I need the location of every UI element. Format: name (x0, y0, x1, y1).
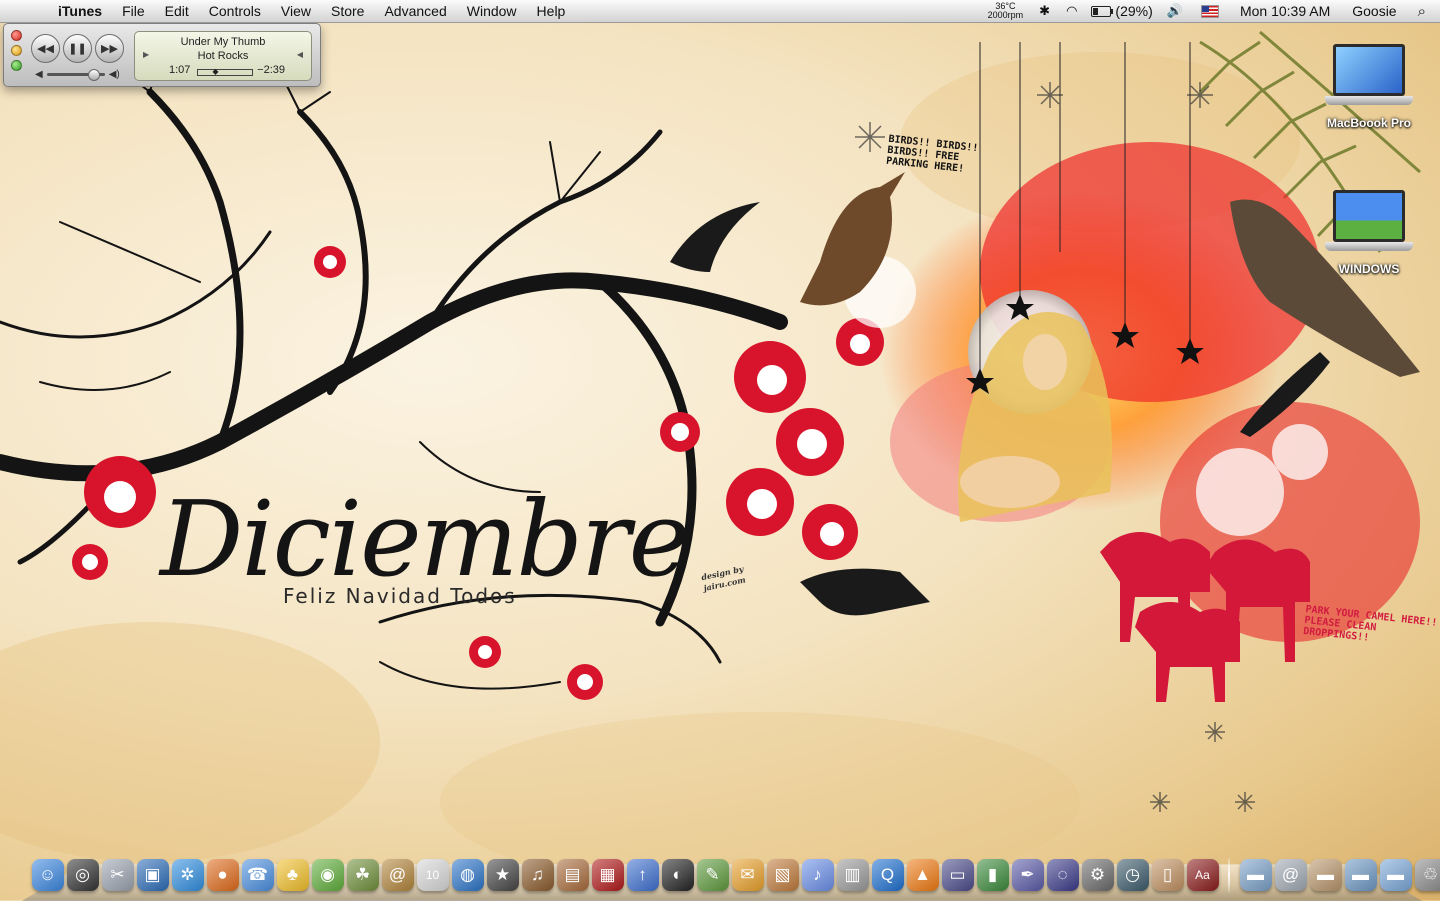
desktop-icon-macbook-pro[interactable]: MacBoook Pro (1314, 44, 1424, 130)
wallpaper-art (0, 22, 1440, 900)
menu-bar: iTunes File Edit Controls View Store Adv… (0, 0, 1440, 23)
dock-firefox-icon[interactable]: ● (207, 859, 239, 891)
volume-knob[interactable] (88, 69, 100, 81)
dock-flickr-uploader-icon[interactable]: ↑ (627, 859, 659, 891)
dock-dictionary-icon[interactable]: Aa (1187, 859, 1219, 891)
dock-separator[interactable] (1228, 858, 1230, 892)
volume-low-icon: ◀ (35, 69, 43, 80)
battery-menu[interactable]: (29%) (1085, 3, 1158, 19)
dock-documents-folder-icon[interactable]: ▬ (1310, 859, 1342, 891)
dock-ical-icon[interactable]: 10 (417, 859, 449, 891)
dock-camera-icon[interactable]: ◐ (662, 859, 694, 891)
dock-yoda-icon[interactable]: ☘ (347, 859, 379, 891)
close-window-button[interactable] (11, 30, 22, 41)
now-playing-display[interactable]: ▶ Under My Thumb Hot Rocks 1:07 ◆ −2:39 … (134, 31, 312, 81)
menu-view[interactable]: View (271, 0, 321, 22)
dock-ichat-icon[interactable]: ☎ (242, 859, 274, 891)
dock-coda-icon[interactable]: ✎ (697, 859, 729, 891)
volume-icon[interactable]: 🔊 (1159, 0, 1191, 22)
app-menu-itunes[interactable]: iTunes (54, 0, 112, 22)
zoom-window-button[interactable] (11, 60, 22, 71)
dock-cyberduck-icon[interactable]: ♣ (277, 859, 309, 891)
user-menu[interactable]: Goosie (1341, 3, 1407, 19)
menu-window[interactable]: Window (457, 0, 527, 22)
dock-vlc-icon[interactable]: ▲ (907, 859, 939, 891)
menu-edit[interactable]: Edit (155, 0, 199, 22)
dock-system-preferences-icon[interactable]: ⚙ (1082, 859, 1114, 891)
dock: ☺◎✂▣✲●☎♣◉☘@10◍★♫▤▦↑◐✎✉▧♪▥Q▲▭▮✒◌⚙◷▯Aa▬@▬▬… (30, 853, 1420, 897)
snapback-icon[interactable]: ◀ (297, 50, 303, 59)
dock-system-tools-icon[interactable]: ✂ (102, 859, 134, 891)
dock-trash-icon[interactable]: ♲ (1415, 859, 1440, 891)
playhead-icon[interactable]: ◆ (212, 67, 218, 77)
dock-dashboard-icon[interactable]: ◎ (67, 859, 99, 891)
dock-safari-icon[interactable]: ✲ (172, 859, 204, 891)
album-title: Hot Rocks (135, 50, 311, 62)
pause-icon: ❚❚ (68, 42, 86, 55)
pause-button[interactable]: ❚❚ (63, 34, 92, 63)
menu-clock[interactable]: Mon 10:39 AM (1229, 3, 1341, 19)
minimize-window-button[interactable] (11, 45, 22, 56)
bluetooth-icon[interactable]: ✱ (1031, 0, 1058, 22)
dock-quicktime-icon[interactable]: Q (872, 859, 904, 891)
dock-photo-browser-icon[interactable]: ▣ (137, 859, 169, 891)
dock-imovie-star-icon[interactable]: ★ (487, 859, 519, 891)
volume-high-icon: ◀) (109, 69, 120, 80)
windows-drive-icon (1325, 190, 1413, 260)
dock-preview-icon[interactable]: ▧ (767, 859, 799, 891)
remaining-time: −2:39 (257, 64, 285, 76)
dock-pictures-folder-icon[interactable]: ▬ (1345, 859, 1377, 891)
volume-control: ◀ ◀) (35, 69, 120, 80)
desktop-icon-label: WINDOWS (1314, 262, 1424, 276)
menu-controls[interactable]: Controls (199, 0, 271, 22)
macbook-pro-drive-icon (1325, 44, 1413, 114)
dock-time-machine-icon[interactable]: ◷ (1117, 859, 1149, 891)
wifi-icon[interactable]: ◠ (1058, 0, 1085, 22)
dock-dvd-player-icon[interactable]: ▥ (837, 859, 869, 891)
desktop-icon-windows[interactable]: WINDOWS (1314, 190, 1424, 276)
dock-stuffit-icon[interactable]: ▯ (1152, 859, 1184, 891)
playback-progress-bar[interactable]: ◆ (197, 69, 253, 76)
dock-finder-icon[interactable]: ☺ (32, 859, 64, 891)
next-track-button[interactable]: ▶▶ (95, 34, 124, 63)
dock-app-green-icon[interactable]: ◉ (312, 859, 344, 891)
wallpaper-title: Diciembre (160, 478, 688, 600)
us-flag-input-icon[interactable] (1201, 5, 1219, 18)
elapsed-time: 1:07 (169, 64, 190, 76)
battery-percentage: (29%) (1115, 3, 1152, 19)
dock-photo-booth-icon[interactable]: ▦ (592, 859, 624, 891)
menu-help[interactable]: Help (527, 0, 576, 22)
dock-garageband-icon[interactable]: ♫ (522, 859, 554, 891)
dock-downloads-folder-icon[interactable]: ▬ (1380, 859, 1412, 891)
dock-script-editor-icon[interactable]: ✒ (1012, 859, 1044, 891)
spotlight-search-icon[interactable]: ⌕ (1408, 3, 1440, 20)
dock-itunes-dvd-icon[interactable]: ◍ (452, 859, 484, 891)
desktop-icon-label: MacBoook Pro (1314, 116, 1424, 130)
dock-app-spiral-icon[interactable]: ◌ (1047, 859, 1079, 891)
dock-grapher-icon[interactable]: ▮ (977, 859, 1009, 891)
previous-track-button[interactable]: ◀◀ (31, 34, 60, 63)
battery-icon (1091, 6, 1111, 17)
menu-advanced[interactable]: Advanced (374, 0, 456, 22)
menu-store[interactable]: Store (321, 0, 374, 22)
dock-keynote-icon[interactable]: ▭ (942, 859, 974, 891)
fan-speed-readout: 2000rpm (988, 11, 1024, 20)
dock-network-folder-icon[interactable]: @ (1275, 859, 1307, 891)
fast-forward-icon: ▶▶ (101, 42, 118, 55)
dock-applications-folder-icon[interactable]: ▬ (1240, 859, 1272, 891)
dock-transmit-icon[interactable]: ✉ (732, 859, 764, 891)
dock-address-book-icon[interactable]: @ (382, 859, 414, 891)
menu-file[interactable]: File (112, 0, 155, 22)
itunes-mini-player: ◀◀ ❚❚ ▶▶ ◀ ◀) ▶ Under My Thumb Hot Rocks… (3, 23, 321, 87)
temperature-monitor[interactable]: 36°C 2000rpm (980, 2, 1032, 20)
dock-itunes-icon[interactable]: ♪ (802, 859, 834, 891)
wallpaper-subtitle: Feliz Navidad Todos (283, 584, 517, 608)
volume-slider[interactable] (47, 73, 105, 76)
dock-iphoto-icon[interactable]: ▤ (557, 859, 589, 891)
song-title: Under My Thumb (135, 36, 311, 48)
rewind-icon: ◀◀ (37, 42, 54, 55)
